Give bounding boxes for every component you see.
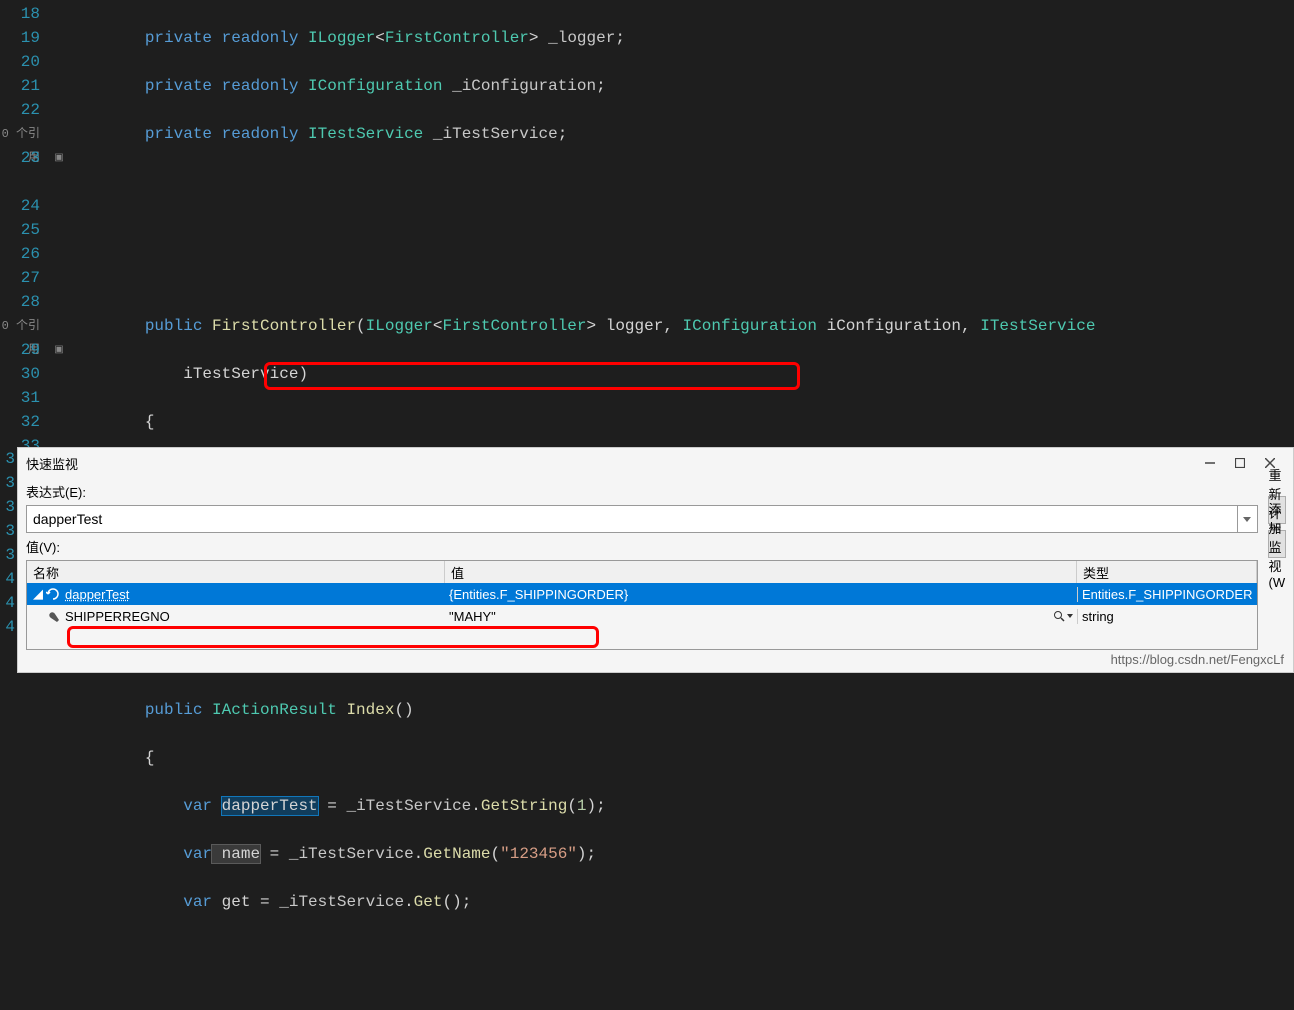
ident: FirstController (202, 317, 356, 335)
grid-header: 名称 值 类型 (27, 561, 1257, 583)
watch-row[interactable]: SHIPPERREGNO "MAHY" string (27, 605, 1257, 627)
row-value: "MAHY" (449, 609, 496, 624)
line-number: 32 (0, 410, 40, 434)
row-value: {Entities.F_SHIPPINGORDER} (449, 587, 628, 602)
kw: private (145, 125, 212, 143)
line-number: 21 (0, 74, 40, 98)
expression-dropdown[interactable] (1238, 505, 1258, 533)
line-number: 28 (0, 290, 40, 314)
field: _iTestService (337, 797, 471, 815)
field: _logger (539, 29, 616, 47)
line-number: 24 (0, 194, 40, 218)
expand-toggle[interactable]: ◢ (31, 586, 45, 602)
fold-column: ▣ ▣ (50, 0, 68, 447)
line-number: 25 (0, 218, 40, 242)
add-watch-button[interactable]: 添加监视(W (1268, 530, 1287, 558)
expression-value: dapperTest (33, 511, 102, 527)
kw: var (183, 797, 212, 815)
method: GetString (481, 797, 567, 815)
number: 1 (577, 797, 587, 815)
type: IConfiguration (298, 77, 442, 95)
quickwatch-title: 快速监视 (26, 454, 1195, 473)
ident: name (212, 845, 260, 863)
type: ITestService (971, 317, 1096, 335)
line-number: 27 (0, 266, 40, 290)
quickwatch-window[interactable]: 快速监视 表达式(E): dapperTest 值(V): 名称 值 类型 ◢ (17, 447, 1294, 673)
method: GetName (423, 845, 490, 863)
line-number: 18 (0, 2, 40, 26)
fold-toggle[interactable]: ▣ (50, 338, 68, 362)
type: ILogger (366, 317, 433, 335)
row-name: SHIPPERREGNO (65, 609, 170, 624)
line-number: 19 (0, 26, 40, 50)
field: _iTestService (423, 125, 557, 143)
type: ITestService (298, 125, 423, 143)
param: logger (596, 317, 663, 335)
type: IConfiguration (673, 317, 817, 335)
wrench-icon (45, 608, 61, 624)
header-value[interactable]: 值 (445, 561, 1077, 583)
maximize-icon[interactable] (1225, 450, 1255, 476)
code-area[interactable]: private readonly ILogger<FirstController… (68, 0, 1294, 447)
watch-row-empty (27, 627, 1257, 649)
param: iTestService (183, 365, 298, 383)
type: FirstController (385, 29, 529, 47)
expression-input[interactable]: dapperTest (26, 505, 1238, 533)
kw: public (145, 317, 203, 335)
string: "123456" (500, 845, 577, 863)
expression-label: 表达式(E): (26, 482, 1258, 501)
value-label: 值(V): (26, 537, 1258, 556)
watch-grid[interactable]: 名称 值 类型 ◢ dapperTest {Entities.F_SHIPPIN… (26, 560, 1258, 650)
kw: private (145, 29, 212, 47)
header-type[interactable]: 类型 (1077, 561, 1257, 583)
minimize-icon[interactable] (1195, 450, 1225, 476)
watch-row[interactable]: ◢ dapperTest {Entities.F_SHIPPINGORDER} … (27, 583, 1257, 605)
kw: public (145, 701, 203, 719)
button-label: 添加监视(W (1269, 499, 1286, 590)
fold-toggle[interactable]: ▣ (50, 146, 68, 170)
line-gutter: 18 19 20 21 22 0 个引用 23 24 25 26 27 28 0… (0, 0, 50, 447)
row-type: string (1082, 609, 1114, 624)
return-icon (45, 586, 61, 602)
field: _iTestService (279, 845, 413, 863)
param: iConfiguration (817, 317, 961, 335)
row-type: Entities.F_SHIPPINGORDER (1082, 587, 1253, 602)
field: _iTestService (270, 893, 404, 911)
code-editor[interactable]: 18 19 20 21 22 0 个引用 23 24 25 26 27 28 0… (0, 0, 1294, 447)
row-name: dapperTest (65, 587, 129, 602)
kw: var (183, 845, 212, 863)
type: ILogger (298, 29, 375, 47)
line-number: 29 (0, 338, 40, 362)
line-number: 26 (0, 242, 40, 266)
type: FirstController (442, 317, 586, 335)
line-number: 31 (0, 386, 40, 410)
kw: readonly (212, 77, 298, 95)
background-gutter: 33333444 (0, 447, 17, 673)
ident: Index (337, 701, 395, 719)
kw: readonly (212, 29, 298, 47)
visualizer-dropdown[interactable] (1053, 610, 1073, 622)
type: IActionResult (202, 701, 336, 719)
method: Get (414, 893, 443, 911)
line-number: 20 (0, 50, 40, 74)
kw: var (183, 893, 212, 911)
header-name[interactable]: 名称 (27, 561, 445, 583)
line-number: 0 个引用 (0, 314, 40, 338)
line-number: 22 (0, 98, 40, 122)
line-number: 23 (0, 146, 40, 170)
kw: readonly (212, 125, 298, 143)
ident: get (212, 893, 250, 911)
line-number: 30 (0, 362, 40, 386)
line-number: 0 个引用 (0, 122, 40, 146)
quickwatch-titlebar[interactable]: 快速监视 (18, 448, 1293, 478)
line-number (0, 170, 40, 194)
expand-spacer (31, 608, 45, 624)
field: _iConfiguration (442, 77, 596, 95)
kw: private (145, 77, 212, 95)
selected-ident: dapperTest (222, 797, 318, 815)
